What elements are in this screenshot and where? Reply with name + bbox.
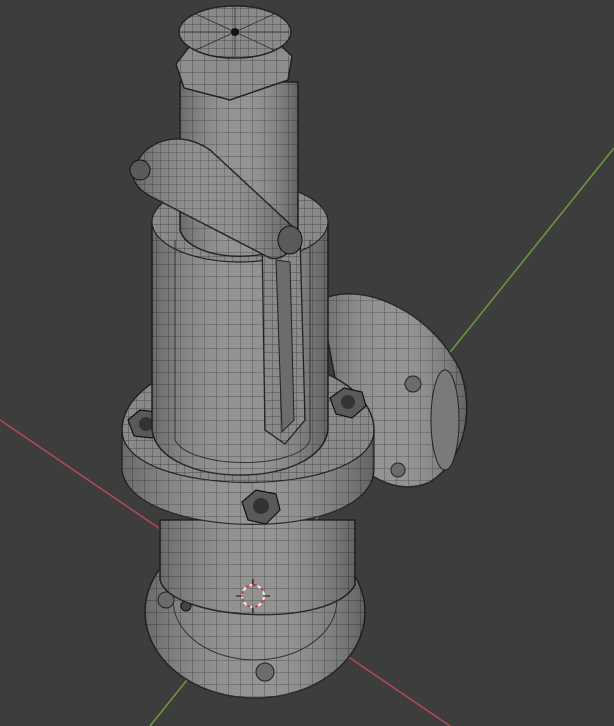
viewport-canvas[interactable] [0,0,614,726]
3d-viewport[interactable] [0,0,614,726]
lever-bar[interactable] [261,235,306,445]
lower-body[interactable] [159,519,356,616]
safety-valve-mesh[interactable] [121,5,468,699]
